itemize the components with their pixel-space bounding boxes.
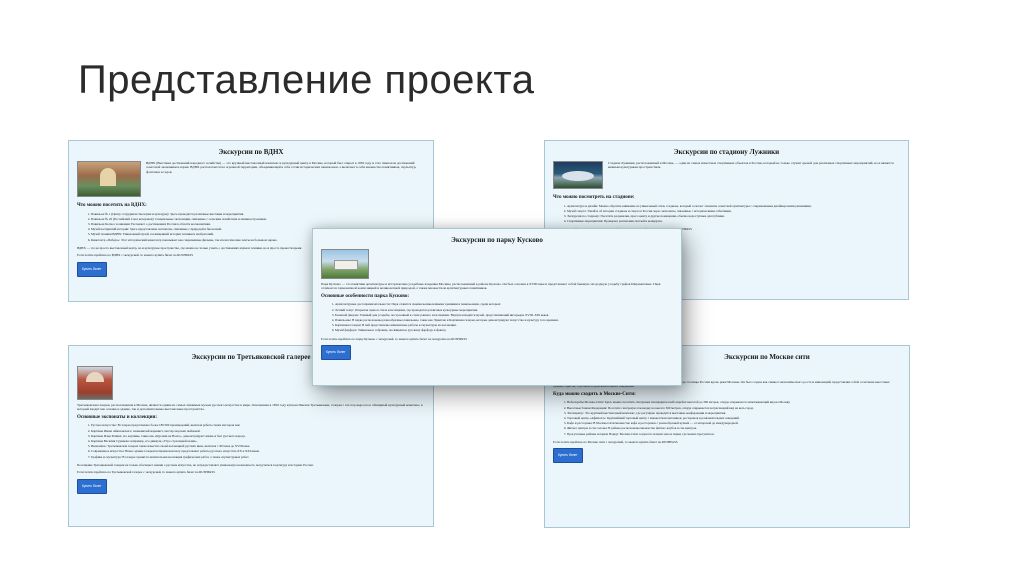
buy-ticket-button-tretyakov[interactable]: Купить билет — [77, 479, 107, 494]
card-kuskovo[interactable]: Экскурсии по парку Кусково Парк Кусково … — [312, 228, 682, 386]
card-kuskovo-section: Основные особенности парка Кусково: — [321, 293, 410, 299]
list-item: Графика и скульптура: В галерее хранится… — [91, 455, 425, 460]
card-moscow-city-section: Куда можно сходить в Москве-Сити: — [553, 391, 636, 397]
list-item: Прогулочные районы и парки: Вокруг Москв… — [567, 432, 901, 437]
buy-ticket-button-vdnh[interactable]: Купить билет — [77, 262, 107, 277]
slide-title: Представление проекта — [78, 58, 535, 102]
buy-ticket-button-kuskovo[interactable]: Купить билет — [321, 345, 351, 360]
stadium-photo-icon — [553, 161, 603, 189]
card-kuskovo-list: Архитектурные достопримечательности: Пар… — [321, 302, 673, 333]
card-tretyakov-list: Русское искусство: В галерее представлен… — [77, 423, 425, 459]
card-luzhniki-intro: Стадион Лужники, расположенный в Москве,… — [608, 161, 894, 170]
card-tretyakov-intro: Третьяковская галерея, расположенная в М… — [77, 403, 423, 412]
card-vdnh-section: Что можно посетить на ВДНХ: — [77, 203, 147, 208]
list-item: Спортивные мероприятия: Проверьте распис… — [567, 219, 900, 224]
list-item: Музей фарфора: Уникальное собрание, посв… — [335, 328, 673, 333]
card-moscow-city-note2: Если хотите пройтись по Москве сити с эк… — [553, 439, 678, 444]
card-tretyakov-note2: Если хотите пройтись по Третьяковской га… — [77, 470, 215, 475]
card-tretyakov-note: Посещение Третьяковской галереи не тольк… — [77, 462, 314, 467]
gallery-photo-icon — [77, 366, 113, 400]
card-luzhniki-title: Экскурсии по стадиону Лужники — [673, 148, 780, 156]
card-moscow-city-list: Небоскребы Москва-Сити: Здесь можно посе… — [553, 400, 901, 436]
card-kuskovo-title: Экскурсии по парку Кусково — [451, 236, 543, 244]
card-kuskovo-intro: Парк Кусково — это памятник архитектуры … — [321, 282, 661, 291]
card-luzhniki-list: Архитектура и дизайн: Можно обратить вни… — [553, 204, 900, 225]
card-vdnh-title: Экскурсии по ВДНХ — [218, 148, 284, 156]
buy-ticket-button-moscow-city[interactable]: Купить билет — [553, 448, 583, 464]
card-luzhniki-section: Что можно посмотреть на стадионе: — [553, 195, 635, 200]
park-photo-icon — [321, 249, 369, 279]
card-kuskovo-note2: Если хотите пройтись по парку Кусково с … — [321, 336, 468, 341]
slide: Представление проекта Экскурсии по ВДНХ … — [0, 0, 1024, 574]
vdnh-photo-icon — [77, 161, 141, 197]
card-tretyakov-section: Основные экспонаты и коллекции: — [77, 414, 158, 420]
